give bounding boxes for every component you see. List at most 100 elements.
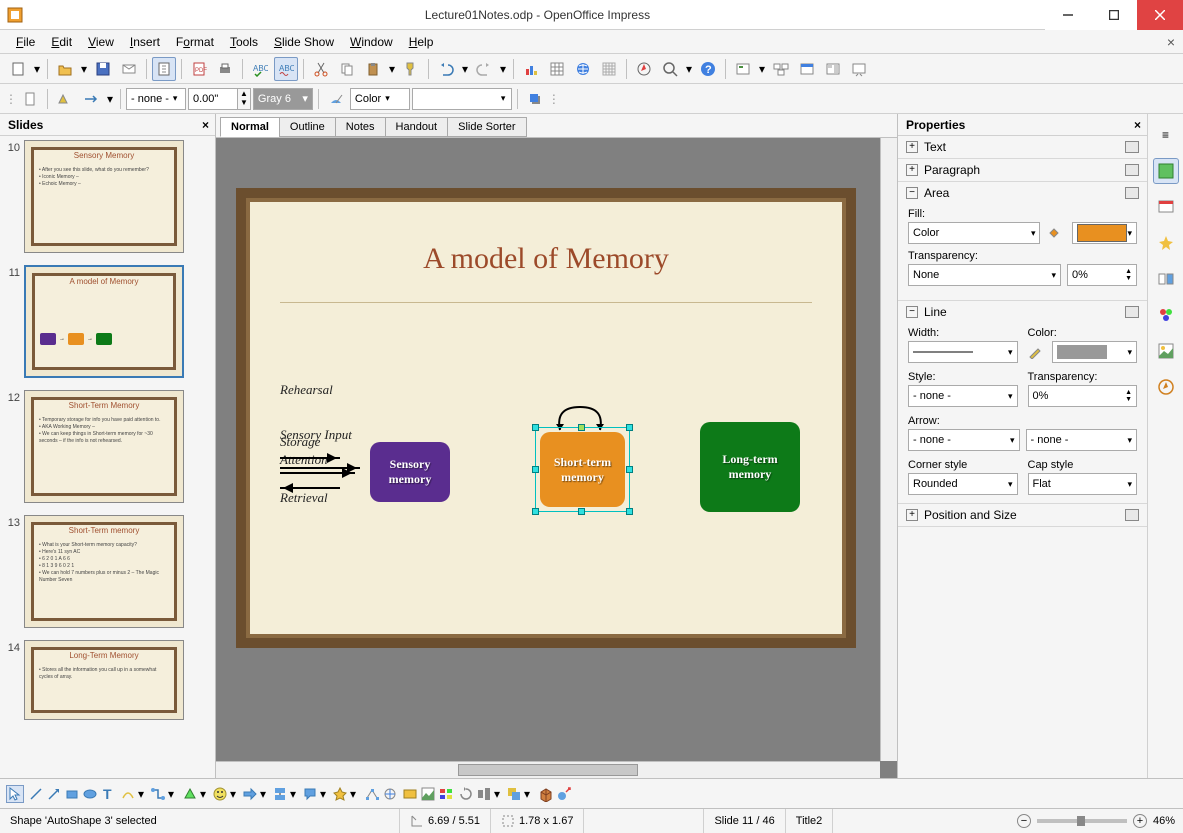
zoom-button[interactable] bbox=[658, 57, 682, 81]
sidebar-menu-icon[interactable]: ≡ bbox=[1153, 122, 1179, 148]
help-button[interactable]: ? bbox=[696, 57, 720, 81]
close-panel-button[interactable]: × bbox=[202, 118, 209, 132]
transparency-value-spinner[interactable]: 0%▲▼ bbox=[1067, 264, 1137, 286]
paste-button[interactable] bbox=[361, 57, 385, 81]
dropdown-icon[interactable]: ▾ bbox=[200, 787, 210, 801]
text-tool-button[interactable]: T bbox=[100, 786, 116, 802]
zoom-in-button[interactable]: + bbox=[1133, 814, 1147, 828]
dropdown-icon[interactable]: ▾ bbox=[230, 787, 240, 801]
more-options-icon[interactable] bbox=[1125, 509, 1139, 521]
spin-down-icon[interactable]: ▼ bbox=[1125, 275, 1132, 282]
box-short-term-memory[interactable]: Short-term memory bbox=[540, 432, 625, 507]
document-close-button[interactable]: × bbox=[1167, 34, 1175, 50]
select-tool-button[interactable] bbox=[6, 785, 24, 803]
email-button[interactable] bbox=[117, 57, 141, 81]
tab-outline[interactable]: Outline bbox=[279, 117, 336, 137]
symbol-shapes-button[interactable] bbox=[212, 786, 228, 802]
line-tool-button[interactable] bbox=[28, 786, 44, 802]
arrow-tool-button[interactable] bbox=[46, 786, 62, 802]
block-arrows-button[interactable] bbox=[242, 786, 258, 802]
callouts-button[interactable] bbox=[302, 786, 318, 802]
slide-title[interactable]: A model of Memory bbox=[250, 242, 842, 276]
display-grid-button[interactable] bbox=[597, 57, 621, 81]
line-color-combo[interactable]: ▾ bbox=[1052, 341, 1138, 363]
basic-shapes-button[interactable] bbox=[182, 786, 198, 802]
line-transparency-spinner[interactable]: 0%▲▼ bbox=[1028, 385, 1138, 407]
slide-transition-tab-icon[interactable] bbox=[1153, 266, 1179, 292]
transparency-type-combo[interactable]: None▾ bbox=[908, 264, 1061, 286]
format-paintbrush-button[interactable] bbox=[399, 57, 423, 81]
box-sensory-memory[interactable]: Sensory memory bbox=[370, 442, 450, 502]
autospellcheck-button[interactable]: ABC bbox=[274, 57, 298, 81]
line-width-input[interactable] bbox=[188, 88, 238, 110]
window-minimize-button[interactable] bbox=[1045, 0, 1091, 30]
window-maximize-button[interactable] bbox=[1091, 0, 1137, 30]
spin-down-icon[interactable]: ▼ bbox=[1125, 396, 1132, 403]
tab-notes[interactable]: Notes bbox=[335, 117, 386, 137]
line-style-combo[interactable]: - none -▾ bbox=[908, 385, 1018, 407]
status-slide-count[interactable]: Slide 11 / 46 bbox=[704, 809, 785, 833]
more-options-icon[interactable] bbox=[1125, 164, 1139, 176]
extrusion-button[interactable] bbox=[538, 786, 554, 802]
dropdown-icon[interactable]: ▾ bbox=[684, 57, 694, 81]
dropdown-icon[interactable]: ▾ bbox=[168, 787, 178, 801]
rotate-button[interactable] bbox=[458, 786, 474, 802]
menu-format[interactable]: Format bbox=[168, 33, 222, 51]
dropdown-icon[interactable]: ▾ bbox=[757, 57, 767, 81]
hyperlink-button[interactable] bbox=[571, 57, 595, 81]
glue-points-button[interactable] bbox=[382, 786, 398, 802]
line-width-spinner[interactable]: ▲▼ bbox=[188, 88, 251, 110]
dropdown-icon[interactable]: ▾ bbox=[32, 57, 42, 81]
cut-button[interactable] bbox=[309, 57, 333, 81]
arrow-retrieval[interactable] bbox=[280, 487, 340, 489]
arrow-storage[interactable] bbox=[280, 457, 340, 459]
menu-slideshow[interactable]: Slide Show bbox=[266, 33, 342, 51]
edit-file-button[interactable] bbox=[152, 57, 176, 81]
styles-tab-icon[interactable] bbox=[1153, 302, 1179, 328]
fill-type-combo[interactable]: Color▾ bbox=[908, 222, 1040, 244]
arrow-style-button[interactable] bbox=[79, 87, 103, 111]
open-button[interactable] bbox=[53, 57, 77, 81]
slide-thumb[interactable]: 13 Short-Term memory• What is your Short… bbox=[4, 515, 211, 628]
toolbar-handle-icon[interactable]: ⋮ bbox=[549, 87, 559, 111]
arrange-button[interactable] bbox=[506, 786, 522, 802]
dropdown-icon[interactable]: ▾ bbox=[524, 787, 534, 801]
spin-down-icon[interactable]: ▼ bbox=[238, 98, 250, 107]
navigator-tab-icon[interactable] bbox=[1153, 374, 1179, 400]
dropdown-icon[interactable]: ▾ bbox=[350, 787, 360, 801]
menu-view[interactable]: View bbox=[80, 33, 122, 51]
arrow-start-combo[interactable]: - none -▾ bbox=[908, 429, 1020, 451]
arrow-attention[interactable] bbox=[280, 472, 355, 474]
current-slide[interactable]: A model of Memory Sensory Input Sensory … bbox=[236, 188, 856, 648]
properties-tab-icon[interactable] bbox=[1153, 158, 1179, 184]
curve-tool-button[interactable] bbox=[120, 786, 136, 802]
area-color-combo[interactable]: ▾ bbox=[412, 88, 512, 110]
pencil-icon[interactable] bbox=[1028, 345, 1046, 359]
status-template[interactable]: Title2 bbox=[786, 809, 834, 833]
corner-style-combo[interactable]: Rounded▾ bbox=[908, 473, 1018, 495]
master-pages-tab-icon[interactable] bbox=[1153, 194, 1179, 220]
more-options-icon[interactable] bbox=[1125, 187, 1139, 199]
tab-slide-sorter[interactable]: Slide Sorter bbox=[447, 117, 526, 137]
tab-normal[interactable]: Normal bbox=[220, 117, 280, 137]
slide-canvas[interactable]: A model of Memory Sensory Input Sensory … bbox=[216, 138, 897, 778]
section-line-header[interactable]: −Line bbox=[898, 301, 1147, 323]
dropdown-icon[interactable]: ▾ bbox=[494, 787, 504, 801]
gallery-button[interactable] bbox=[438, 786, 454, 802]
fill-color-combo[interactable]: ▾ bbox=[1072, 222, 1137, 244]
bucket-icon[interactable] bbox=[1046, 225, 1066, 241]
spin-up-icon[interactable]: ▲ bbox=[238, 89, 250, 98]
dropdown-icon[interactable]: ▾ bbox=[460, 57, 470, 81]
toolbar-handle-icon[interactable]: ⋮ bbox=[6, 87, 16, 111]
label-attention[interactable]: Attention bbox=[280, 452, 328, 468]
points-button[interactable] bbox=[364, 786, 380, 802]
ellipse-tool-button[interactable] bbox=[82, 786, 98, 802]
gallery-tab-icon[interactable] bbox=[1153, 338, 1179, 364]
save-button[interactable] bbox=[91, 57, 115, 81]
slide-thumb[interactable]: 10 Sensory Memory• After you see this sl… bbox=[4, 140, 211, 253]
menu-window[interactable]: Window bbox=[342, 33, 401, 51]
custom-animation-tab-icon[interactable] bbox=[1153, 230, 1179, 256]
dropdown-icon[interactable]: ▾ bbox=[320, 787, 330, 801]
export-pdf-button[interactable]: PDF bbox=[187, 57, 211, 81]
chart-button[interactable] bbox=[519, 57, 543, 81]
